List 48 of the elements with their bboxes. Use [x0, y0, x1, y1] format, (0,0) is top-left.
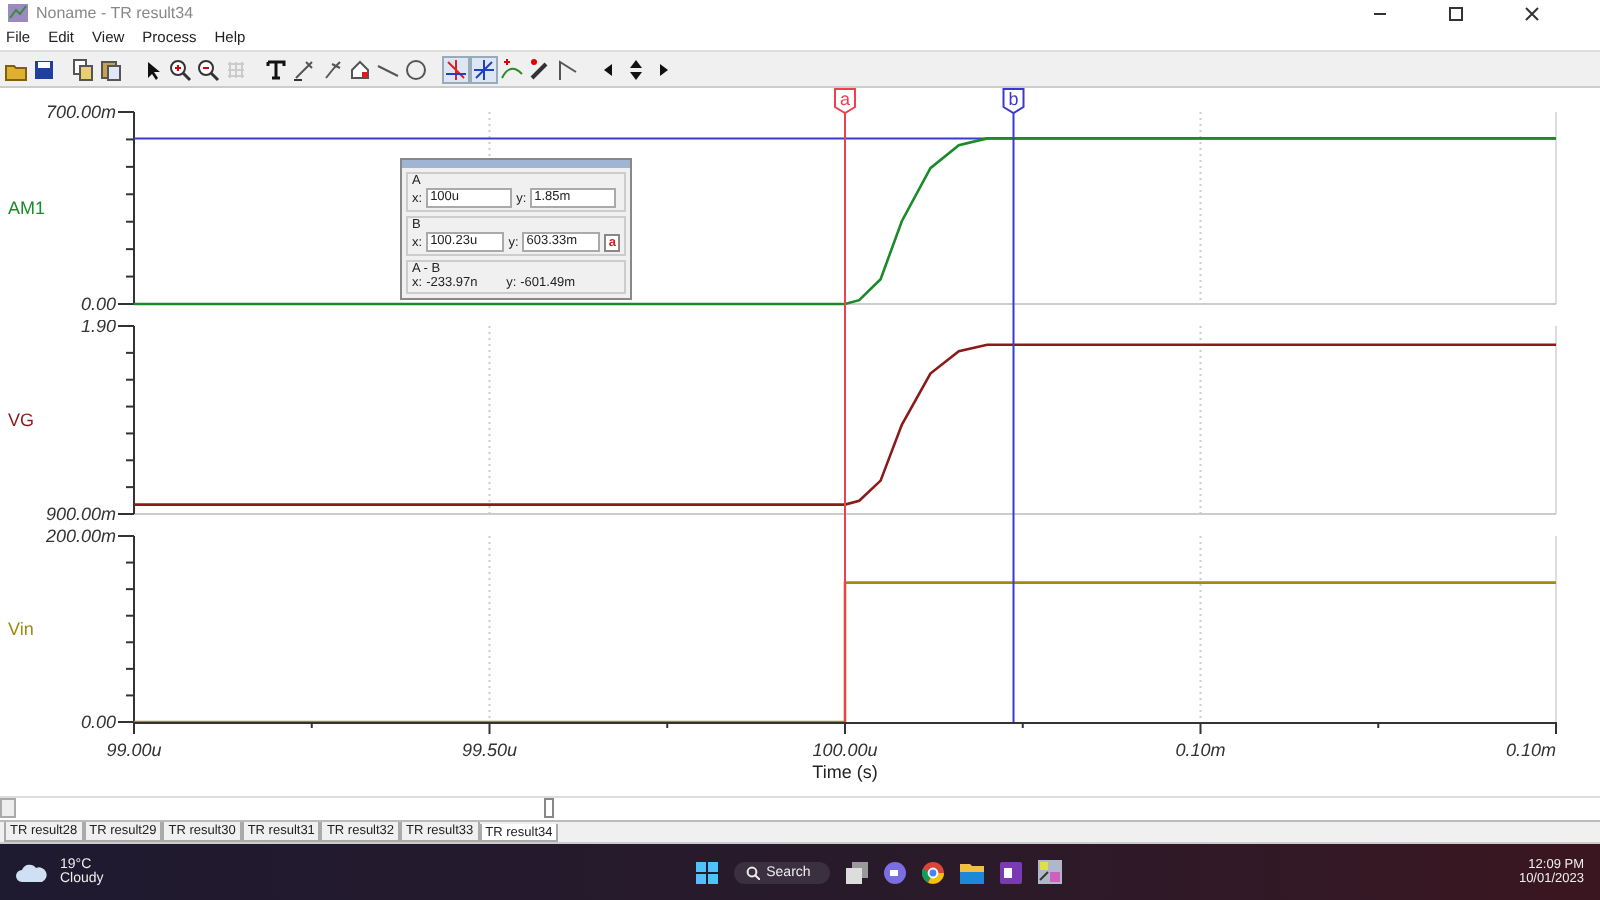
cursor-a-icon[interactable]	[444, 57, 468, 81]
channel-label: Vin	[8, 619, 34, 639]
video-chat-icon[interactable]	[884, 861, 907, 883]
text-tool-icon[interactable]	[264, 57, 288, 81]
marker-icon[interactable]	[528, 57, 552, 81]
axis-title: Time (s)	[812, 762, 878, 782]
scrollbar-thumb[interactable]	[544, 797, 554, 817]
cursor-flag[interactable]: a	[834, 88, 856, 115]
circle-icon[interactable]	[404, 57, 428, 81]
up-down-arrow-icon[interactable]	[624, 57, 648, 81]
x-tick-label: 99.00u	[106, 740, 162, 760]
channel-label: VG	[8, 410, 35, 430]
cursor-b-icon[interactable]	[472, 57, 496, 81]
zoom-out-icon[interactable]	[196, 57, 220, 81]
app-icon	[8, 4, 28, 22]
search-icon	[746, 865, 761, 879]
start-icon[interactable]	[696, 861, 719, 883]
x-tick-label: 0.10m	[1505, 740, 1556, 760]
y-tick-label: 700.00m	[45, 102, 116, 122]
save-icon[interactable]	[32, 57, 56, 81]
y-tick-label: 200.00m	[45, 526, 116, 546]
app-icon[interactable]	[1038, 860, 1063, 884]
copy-icon[interactable]	[72, 57, 96, 81]
notebook-icon[interactable]	[1000, 861, 1023, 883]
cloud-icon	[16, 862, 48, 882]
y-tick-label: 1.90	[80, 320, 116, 336]
probe-icon[interactable]	[292, 57, 316, 81]
y-tick-label: 0.00	[80, 712, 116, 732]
window-title: Noname - TR result34	[36, 4, 196, 22]
cursor-line[interactable]	[1012, 524, 1015, 723]
cursor-flag[interactable]: b	[1002, 88, 1025, 115]
paste-icon[interactable]	[100, 57, 124, 81]
y-tick-label: 0.00	[80, 294, 116, 314]
browser-icon[interactable]	[922, 861, 945, 883]
y-tick-label: 900.00m	[45, 504, 116, 524]
probe-icon[interactable]	[320, 57, 344, 81]
curve-icon[interactable]	[500, 57, 524, 81]
zoom-in-icon[interactable]	[168, 57, 192, 81]
corner-icon[interactable]	[556, 57, 580, 81]
cursor-line[interactable]	[1012, 320, 1015, 524]
x-tick-label: 100.00u	[812, 740, 878, 760]
folder-icon[interactable]	[960, 861, 985, 883]
house-icon[interactable]	[348, 57, 372, 81]
x-tick-label: 99.50u	[461, 740, 518, 760]
cursor-line[interactable]	[1012, 111, 1015, 320]
windows-icon[interactable]	[846, 861, 869, 883]
channel-label: AM1	[8, 198, 46, 218]
x-tick-label: 0.10m	[1175, 740, 1226, 760]
